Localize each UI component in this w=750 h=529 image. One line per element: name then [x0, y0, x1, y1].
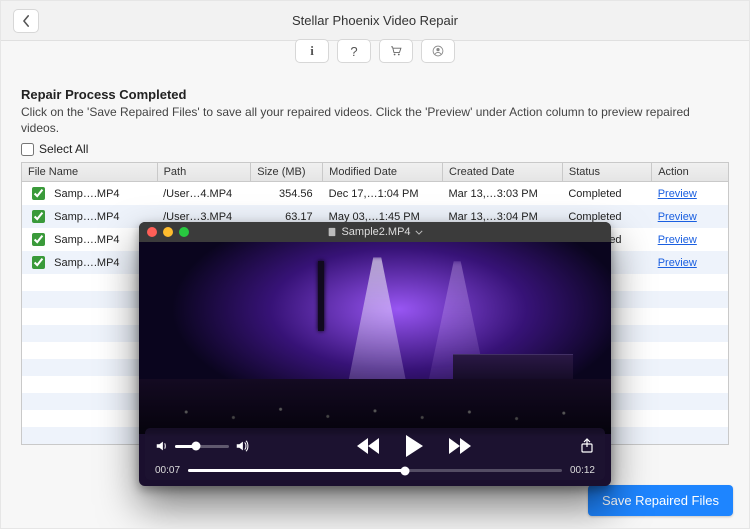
- cell-size: 354.56: [251, 182, 323, 206]
- info-button[interactable]: i: [295, 39, 329, 63]
- share-icon[interactable]: [579, 438, 595, 454]
- col-status[interactable]: Status: [562, 163, 651, 182]
- player-titlebar[interactable]: Sample2.MP4: [139, 222, 611, 242]
- chevron-left-icon: [22, 15, 31, 27]
- cell-modified: Dec 17,…1:04 PM: [323, 182, 443, 206]
- seek-slider[interactable]: [188, 469, 562, 472]
- chevron-down-icon: [415, 230, 423, 235]
- preview-link[interactable]: Preview: [658, 234, 697, 246]
- rewind-button[interactable]: [357, 437, 381, 455]
- forward-button[interactable]: [447, 437, 471, 455]
- volume-icon: [155, 439, 169, 453]
- table-row[interactable]: Samp….MP4/User…4.MP4354.56Dec 17,…1:04 P…: [22, 182, 728, 206]
- window-title: Stellar Phoenix Video Repair: [292, 13, 458, 28]
- file-icon: [327, 227, 337, 237]
- row-checkbox[interactable]: [32, 256, 45, 269]
- page-heading: Repair Process Completed: [21, 87, 729, 102]
- save-repaired-files-button[interactable]: Save Repaired Files: [588, 485, 733, 516]
- video-canvas[interactable]: [139, 242, 611, 434]
- player-filename: Sample2.MP4: [139, 226, 611, 238]
- user-button[interactable]: [421, 39, 455, 63]
- page-subtext: Click on the 'Save Repaired Files' to sa…: [21, 104, 729, 136]
- cart-icon: [389, 44, 403, 58]
- app-window: Stellar Phoenix Video Repair i ? Repair …: [0, 0, 750, 529]
- col-modified[interactable]: Modified Date: [323, 163, 443, 182]
- preview-link[interactable]: Preview: [658, 257, 697, 269]
- back-button[interactable]: [13, 9, 39, 33]
- cell-status: Completed: [562, 182, 651, 206]
- row-checkbox[interactable]: [32, 187, 45, 200]
- time-elapsed: 00:07: [155, 465, 180, 476]
- player-controls: 00:07 00:12: [145, 428, 605, 480]
- cart-button[interactable]: [379, 39, 413, 63]
- col-action[interactable]: Action: [652, 163, 728, 182]
- cell-file: Samp….MP4: [48, 182, 157, 206]
- preview-player-window[interactable]: Sample2.MP4: [139, 222, 611, 486]
- volume-slider[interactable]: [175, 445, 229, 448]
- preview-link[interactable]: Preview: [658, 211, 697, 223]
- cell-created: Mar 13,…3:03 PM: [443, 182, 563, 206]
- help-button[interactable]: ?: [337, 39, 371, 63]
- row-checkbox[interactable]: [32, 210, 45, 223]
- select-all-checkbox[interactable]: [21, 143, 34, 156]
- volume-max-icon: [235, 439, 249, 453]
- play-button[interactable]: [403, 434, 425, 458]
- col-path[interactable]: Path: [157, 163, 251, 182]
- user-icon: [431, 44, 445, 58]
- col-file[interactable]: File Name: [22, 163, 157, 182]
- volume-control[interactable]: [155, 439, 249, 453]
- select-all-label: Select All: [39, 142, 88, 156]
- col-created[interactable]: Created Date: [443, 163, 563, 182]
- titlebar: Stellar Phoenix Video Repair: [1, 1, 749, 41]
- cell-path: /User…4.MP4: [157, 182, 251, 206]
- col-size[interactable]: Size (MB): [251, 163, 323, 182]
- row-checkbox[interactable]: [32, 233, 45, 246]
- preview-link[interactable]: Preview: [658, 188, 697, 200]
- time-total: 00:12: [570, 465, 595, 476]
- table-header-row: File Name Path Size (MB) Modified Date C…: [22, 163, 728, 182]
- toolbar: i ?: [295, 39, 455, 63]
